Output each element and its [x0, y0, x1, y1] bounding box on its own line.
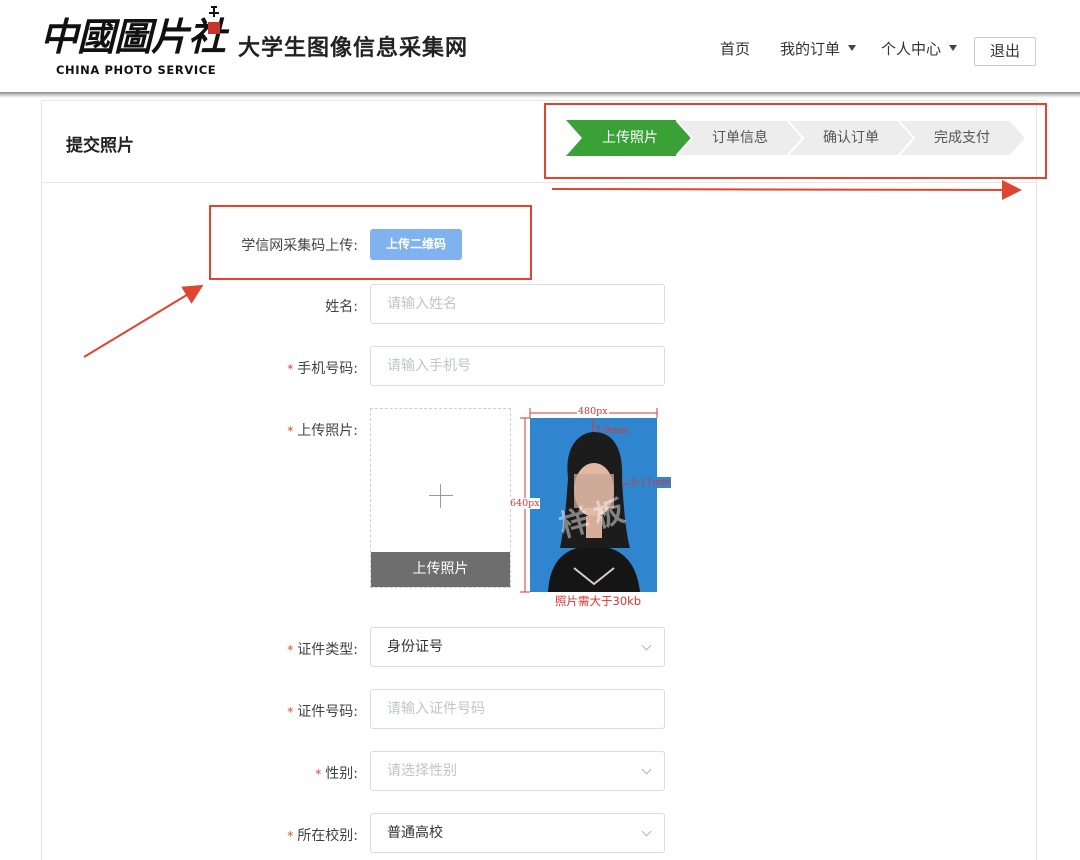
sample-side-margin-label: 9-11mm [630, 477, 672, 488]
nav-my-orders-dropdown[interactable]: 我的订单 [780, 38, 857, 64]
gender-label: * 性别: [178, 763, 358, 783]
phone-input[interactable]: 请输入手机号 [370, 346, 665, 386]
photo-label: * 上传照片: [178, 420, 358, 440]
sample-height-label: 640px [510, 498, 540, 509]
id-type-label-text: 证件类型: [297, 642, 358, 658]
caret-down-icon [949, 44, 958, 51]
school-value: 普通高校 [387, 825, 443, 841]
id-type-label: * 证件类型: [178, 639, 358, 659]
annotation-box-steps [544, 103, 1047, 179]
logo-english-text: CHINA PHOTO SERVICE [56, 63, 217, 77]
sample-size-note: 照片需大于30kb [555, 594, 642, 608]
logout-button[interactable]: 退出 [974, 37, 1036, 66]
required-asterisk: * [287, 829, 294, 843]
chevron-down-icon [641, 640, 652, 651]
caret-down-icon [848, 44, 857, 51]
id-number-placeholder: 请输入证件号码 [387, 701, 485, 717]
qr-upload-label: 学信网采集码上传: [241, 238, 358, 254]
required-asterisk: * [287, 424, 294, 438]
logo-calligraphy-mark [208, 6, 220, 20]
school-select[interactable]: 普通高校 [370, 813, 665, 853]
sample-width-label: 480px [577, 406, 609, 417]
gender-select[interactable]: 请选择性别 [370, 751, 665, 791]
name-input[interactable]: 请输入姓名 [370, 284, 665, 324]
id-number-input[interactable]: 请输入证件号码 [370, 689, 665, 729]
sample-portrait-photo: 样板 [530, 418, 657, 592]
photo-label-text: 上传照片: [297, 423, 358, 439]
name-label: 姓名: [325, 299, 358, 315]
id-type-select[interactable]: 身份证号 [370, 627, 665, 667]
nav-my-orders-label: 我的订单 [780, 40, 841, 58]
nav-personal-center-label: 个人中心 [881, 40, 942, 58]
school-label-text: 所在校别: [297, 828, 358, 844]
required-asterisk: * [315, 767, 322, 781]
sample-photo-guide: 样板 480px 7-9mm 9-11mm 640px 照片需大于30kb [510, 405, 672, 610]
site-title: 大学生图像信息采集网 [238, 35, 469, 61]
phone-label-text: 手机号码: [297, 361, 358, 377]
chevron-down-icon [641, 764, 652, 775]
id-number-label: * 证件号码: [178, 701, 358, 721]
china-photo-service-logo[interactable]: 中國圖片社 CHINA PHOTO SERVICE [40, 14, 230, 80]
nav-home-link[interactable]: 首页 [720, 38, 750, 64]
gender-label-text: 性别: [325, 766, 358, 782]
id-number-label-text: 证件号码: [297, 704, 358, 720]
nav-personal-center-dropdown[interactable]: 个人中心 [881, 38, 958, 64]
sample-top-margin-label: 7-9mm [595, 425, 629, 436]
required-asterisk: * [287, 705, 294, 719]
required-asterisk: * [287, 643, 294, 657]
phone-placeholder: 请输入手机号 [387, 358, 471, 374]
id-type-value: 身份证号 [387, 639, 443, 655]
header-divider [0, 92, 1080, 98]
required-asterisk: * [287, 362, 294, 376]
site-header: 中國圖片社 CHINA PHOTO SERVICE 大学生图像信息采集网 首页 … [0, 0, 1080, 92]
plus-icon [429, 484, 453, 508]
page-title: 提交照片 [66, 136, 134, 156]
school-label: * 所在校别: [178, 825, 358, 845]
upload-qr-code-button[interactable]: 上传二维码 [370, 229, 462, 260]
upload-photo-button[interactable]: 上传照片 [371, 552, 510, 587]
chevron-down-icon [641, 826, 652, 837]
photo-upload-dropzone[interactable]: 上传照片 [370, 408, 511, 588]
logo-chinese-text: 中國圖片社 [40, 14, 226, 59]
gender-placeholder: 请选择性别 [387, 763, 457, 779]
name-placeholder: 请输入姓名 [387, 296, 457, 312]
phone-label: * 手机号码: [178, 358, 358, 378]
logo-seal-stamp [208, 22, 220, 34]
